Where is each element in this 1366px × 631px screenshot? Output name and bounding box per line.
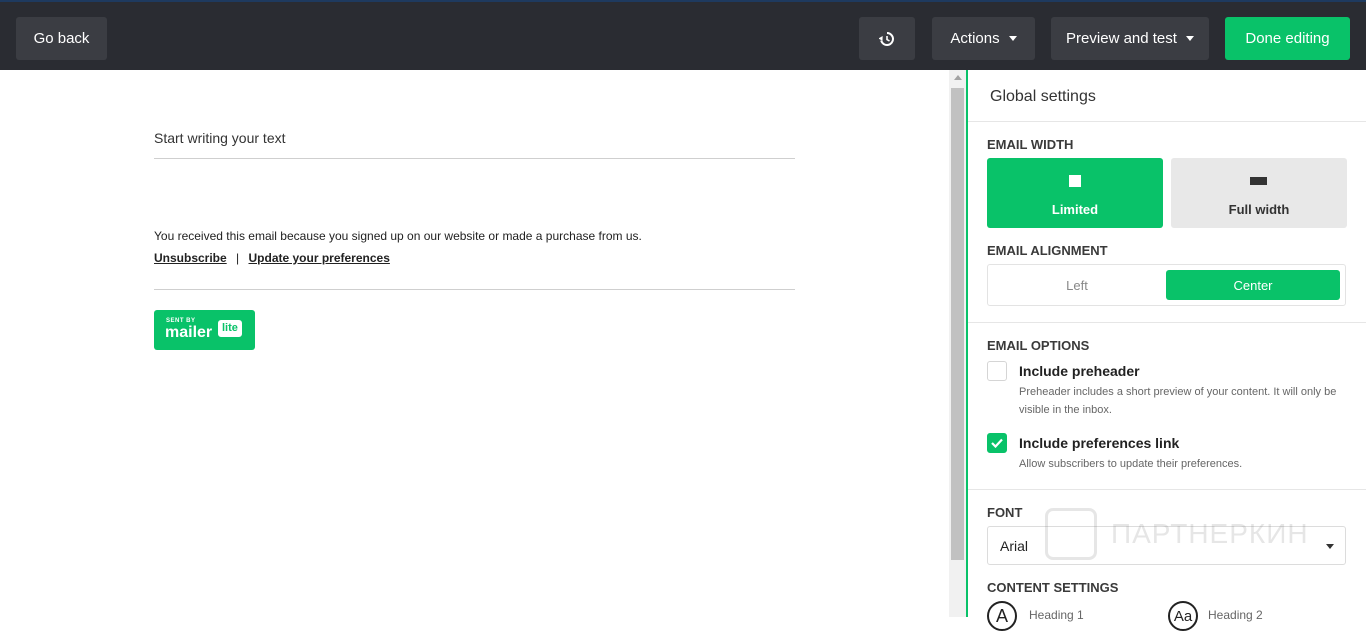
- panel-title: Global settings: [990, 88, 1096, 105]
- unsubscribe-link[interactable]: Unsubscribe: [154, 251, 227, 265]
- divider: [968, 322, 1366, 323]
- preheader-title: Include preheader: [1019, 363, 1140, 379]
- heading1-label: Heading 1: [1029, 608, 1084, 622]
- preferences-link-title: Include preferences link: [1019, 435, 1180, 451]
- mailerlite-badge[interactable]: SENT BY mailer lite: [154, 310, 255, 350]
- width-option-limited[interactable]: Limited: [987, 158, 1163, 228]
- badge-mailer: mailer: [165, 324, 213, 341]
- content-settings-label: CONTENT SETTINGS: [987, 580, 1119, 595]
- width-option-full[interactable]: Full width: [1171, 158, 1347, 228]
- align-center-option[interactable]: Center: [1166, 270, 1340, 300]
- email-width-label: EMAIL WIDTH: [987, 137, 1074, 152]
- text-block[interactable]: Start writing your text: [154, 130, 286, 146]
- align-left-option[interactable]: Left: [989, 270, 1165, 300]
- go-back-button[interactable]: Go back: [16, 17, 107, 60]
- watermark: ПАРТНЕРКИН: [1045, 508, 1309, 560]
- actions-label: Actions: [950, 30, 1000, 47]
- actions-dropdown-button[interactable]: Actions: [932, 17, 1035, 60]
- check-icon: [991, 438, 1003, 448]
- divider: [968, 489, 1366, 490]
- preheader-description: Preheader includes a short preview of yo…: [1019, 386, 1337, 416]
- wide-rectangle-icon: [1250, 177, 1267, 185]
- badge-lite: lite: [218, 320, 242, 337]
- preview-label: Preview and test: [1066, 30, 1177, 47]
- caret-down-icon: [1008, 36, 1017, 41]
- history-icon: [879, 31, 894, 46]
- footer-links: Unsubscribe | Update your preferences: [154, 251, 390, 265]
- caret-down-icon: [1185, 36, 1194, 41]
- caret-down-icon: [1326, 544, 1334, 549]
- preview-and-test-button[interactable]: Preview and test: [1051, 17, 1209, 60]
- divider: [154, 158, 795, 159]
- divider: [154, 289, 795, 290]
- heading1-icon[interactable]: A: [987, 601, 1017, 631]
- email-alignment-label: EMAIL ALIGNMENT: [987, 243, 1108, 258]
- option-label: Full width: [1228, 202, 1290, 217]
- divider: [968, 121, 1366, 122]
- square-icon: [1069, 175, 1081, 187]
- watermark-logo-icon: [1045, 508, 1097, 560]
- top-toolbar: Go back Actions Preview and test Done ed…: [0, 0, 1366, 70]
- history-button[interactable]: [859, 17, 915, 60]
- heading2-icon[interactable]: Aa: [1168, 601, 1198, 631]
- alignment-toggle: Left Center: [987, 264, 1346, 306]
- scroll-up-arrow-icon[interactable]: [954, 75, 962, 80]
- email-options-label: EMAIL OPTIONS: [987, 338, 1090, 353]
- scrollbar-thumb[interactable]: [951, 88, 964, 560]
- option-label: Limited: [1051, 202, 1099, 217]
- link-separator: |: [236, 251, 240, 265]
- font-label: FONT: [987, 505, 1023, 520]
- email-canvas: Start writing your text You received thi…: [0, 70, 950, 617]
- heading2-label: Heading 2: [1208, 608, 1263, 622]
- watermark-text: ПАРТНЕРКИН: [1111, 518, 1309, 549]
- done-editing-button[interactable]: Done editing: [1225, 17, 1350, 60]
- update-preferences-link[interactable]: Update your preferences: [249, 251, 390, 265]
- font-value: Arial: [1000, 537, 1029, 554]
- preferences-link-checkbox[interactable]: [987, 433, 1007, 453]
- preferences-link-description: Allow subscribers to update their prefer…: [1019, 458, 1243, 470]
- footer-notice: You received this email because you sign…: [154, 229, 642, 243]
- preheader-checkbox[interactable]: [987, 361, 1007, 381]
